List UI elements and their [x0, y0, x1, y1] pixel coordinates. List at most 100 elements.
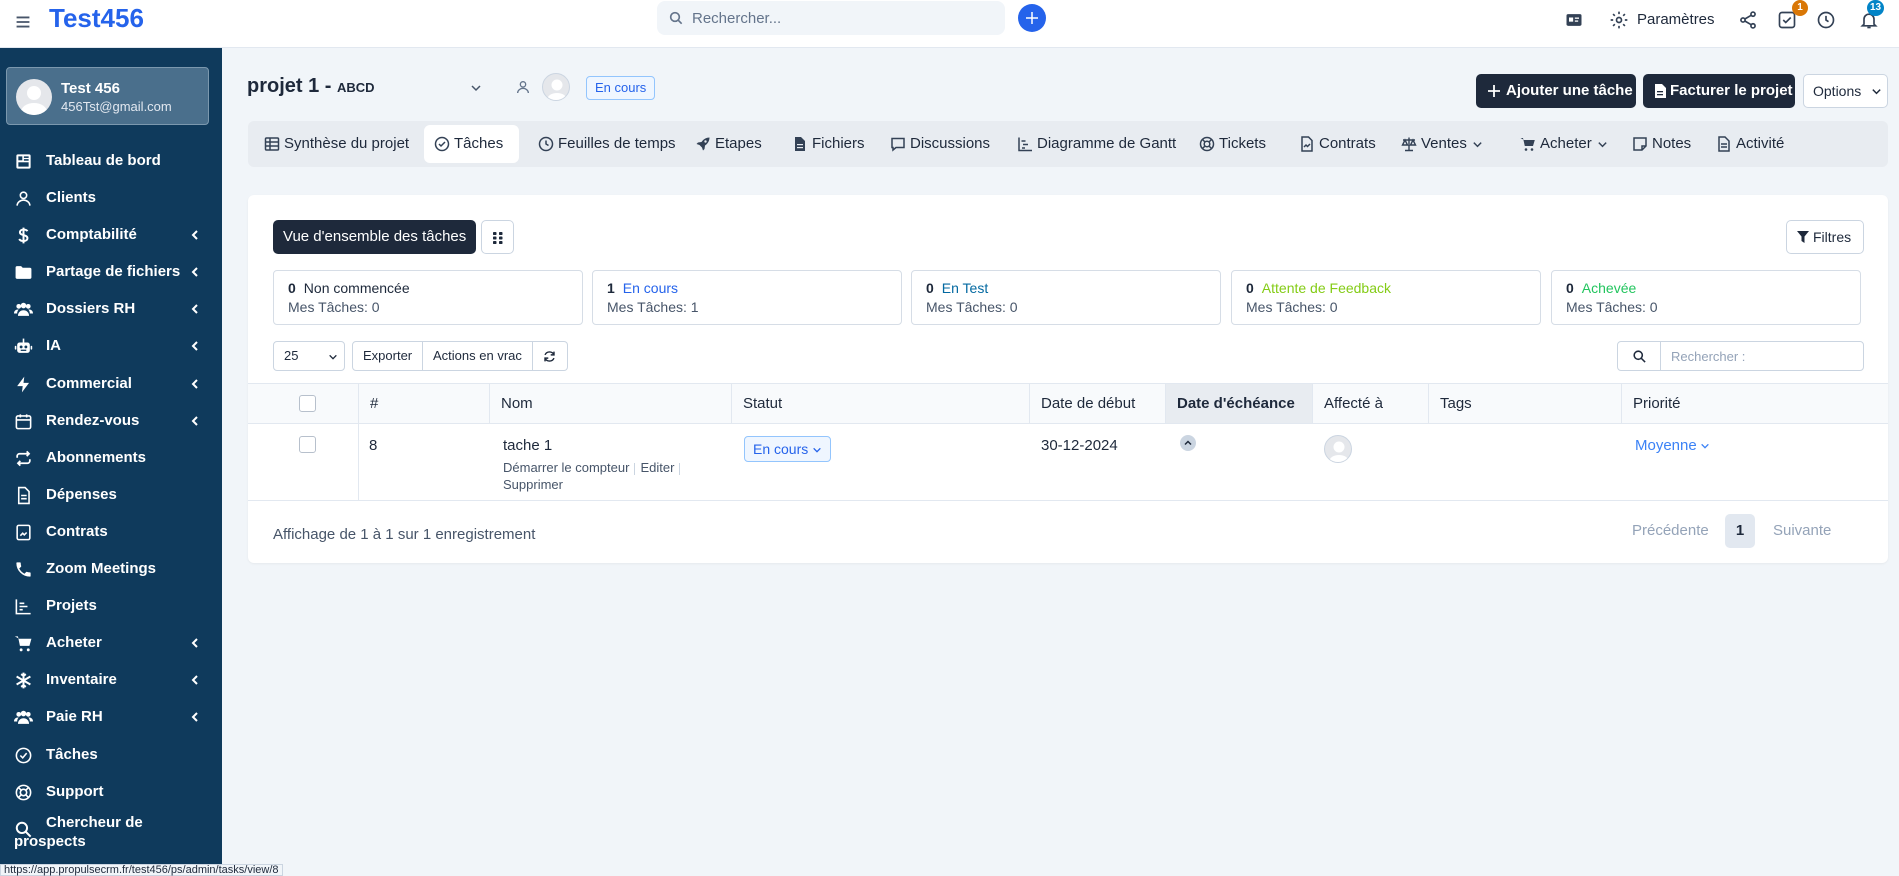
pagination-current-page[interactable]: 1 — [1725, 514, 1755, 548]
sidebar-item-support[interactable]: Support — [0, 774, 222, 811]
sidebar-item-hr-payroll[interactable]: Paie RH — [0, 699, 222, 736]
column-status[interactable]: Statut — [732, 384, 1030, 423]
tab-discussions[interactable]: Discussions — [880, 125, 990, 163]
sidebar-item-inventory[interactable]: Inventaire — [0, 662, 222, 699]
global-search[interactable] — [657, 1, 1005, 35]
sidebar-item-tasks[interactable]: Tâches — [0, 737, 222, 774]
clock-icon[interactable] — [1816, 10, 1836, 30]
sidebar-item-ai[interactable]: IA — [0, 328, 222, 365]
column-tags[interactable]: Tags — [1429, 384, 1622, 423]
column-due-date[interactable]: Date d'échéance — [1166, 384, 1313, 452]
task-priority-dropdown[interactable]: Moyenne — [1635, 437, 1710, 454]
tab-project-overview[interactable]: Synthèse du projet — [254, 125, 409, 163]
assignee-avatar[interactable] — [1324, 435, 1352, 463]
tab-contracts[interactable]: Contrats — [1289, 125, 1376, 163]
row-checkbox[interactable] — [299, 436, 316, 453]
task-status-dropdown[interactable]: En cours — [744, 436, 832, 462]
user-icon[interactable] — [515, 79, 531, 95]
sidebar-item-accounting[interactable]: Comptabilité — [0, 217, 222, 254]
tab-files[interactable]: Fichiers — [782, 125, 865, 163]
summary-label: En cours — [622, 280, 679, 296]
sidebar-item-subscriptions[interactable]: Abonnements — [0, 440, 222, 477]
top-bar: Test456 Paramètres 1 13 — [0, 0, 1899, 48]
sidebar-item-commercial[interactable]: Commercial — [0, 366, 222, 403]
kanban-view-button[interactable] — [481, 220, 514, 254]
tab-milestones[interactable]: Etapes — [685, 125, 762, 163]
start-timer-link[interactable]: Démarrer le compteur — [503, 460, 629, 475]
options-button[interactable]: Options — [1803, 74, 1888, 108]
refresh-button[interactable] — [533, 341, 568, 371]
file-icon — [17, 486, 30, 505]
brand-logo[interactable]: Test456 — [49, 3, 144, 34]
task-name-link[interactable]: tache 1 — [503, 437, 552, 454]
tab-activity[interactable]: Activité — [1706, 125, 1784, 163]
tab-purchase[interactable]: Acheter — [1510, 125, 1608, 163]
contract-icon — [16, 524, 31, 541]
page-length-select[interactable]: 25 — [273, 341, 345, 371]
tab-tasks[interactable]: Tâches — [424, 125, 519, 163]
column-assigned[interactable]: Affecté à — [1313, 384, 1429, 423]
tab-timesheets[interactable]: Feuilles de temps — [528, 125, 676, 163]
sidebar-item-label: Support — [46, 782, 104, 800]
summary-card-testing[interactable]: 0 En Test Mes Tâches: 0 — [911, 270, 1221, 325]
sidebar-item-clients[interactable]: Clients — [0, 180, 222, 217]
sidebar-item-appointments[interactable]: Rendez-vous — [0, 403, 222, 440]
global-search-input[interactable] — [692, 1, 992, 35]
column-id[interactable]: # — [359, 384, 490, 423]
tab-notes[interactable]: Notes — [1622, 125, 1691, 163]
summary-card-awaiting-feedback[interactable]: 0 Attente de Feedback Mes Tâches: 0 — [1231, 270, 1541, 325]
menu-icon[interactable] — [12, 11, 34, 33]
sidebar-item-file-sharing[interactable]: Partage de fichiers — [0, 254, 222, 291]
select-all-checkbox[interactable] — [299, 395, 316, 412]
chevron-left-icon — [191, 638, 198, 648]
delete-link[interactable]: Supprimer — [503, 477, 563, 492]
sidebar: Test 456 456Tst@gmail.com Tableau de bor… — [0, 48, 222, 876]
tab-tickets[interactable]: Tickets — [1189, 125, 1266, 163]
pagination-previous[interactable]: Précédente — [1632, 522, 1709, 539]
export-button[interactable]: Exporter — [352, 341, 424, 371]
sidebar-item-zoom-meetings[interactable]: Zoom Meetings — [0, 551, 222, 588]
add-task-button[interactable]: Ajouter une tâche — [1476, 74, 1636, 108]
sidebar-item-projects[interactable]: Projets — [0, 588, 222, 625]
summary-count: 1 — [607, 280, 615, 296]
edit-link[interactable]: Editer — [640, 460, 674, 475]
tab-label: Etapes — [715, 135, 762, 152]
project-member-avatar[interactable] — [542, 73, 570, 101]
id-card-icon[interactable] — [1564, 10, 1584, 30]
user-profile-card[interactable]: Test 456 456Tst@gmail.com — [6, 67, 209, 125]
summary-card-in-progress[interactable]: 1 En cours Mes Tâches: 1 — [592, 270, 902, 325]
gear-icon[interactable] — [1609, 10, 1629, 30]
sidebar-item-expenses[interactable]: Dépenses — [0, 477, 222, 514]
pagination-next[interactable]: Suivante — [1773, 522, 1831, 539]
rocket-icon — [696, 137, 710, 151]
sidebar-item-contracts[interactable]: Contrats — [0, 514, 222, 551]
sidebar-item-label: Comptabilité — [46, 226, 137, 244]
table-search-icon-box[interactable] — [1617, 341, 1661, 371]
chevron-down-icon[interactable] — [470, 82, 482, 94]
tab-gantt[interactable]: Diagramme de Gantt — [1007, 125, 1176, 163]
settings-link[interactable]: Paramètres — [1637, 11, 1715, 28]
project-subtitle: ABCD — [337, 80, 375, 95]
table-search-input[interactable] — [1660, 341, 1864, 371]
tasks-overview-button[interactable]: Vue d'ensemble des tâches — [273, 220, 477, 254]
quick-add-button[interactable] — [1018, 4, 1046, 32]
chart-icon — [15, 599, 31, 615]
refresh-icon — [544, 351, 555, 362]
summary-card-not-started[interactable]: 0 Non commencée Mes Tâches: 0 — [273, 270, 583, 325]
sidebar-item-prospect-finder[interactable]: Chercheur de prospects — [0, 811, 222, 850]
sidebar-item-hr-files[interactable]: Dossiers RH — [0, 291, 222, 328]
share-icon[interactable] — [1738, 10, 1758, 30]
dashboard-icon — [16, 154, 31, 169]
bulk-actions-button[interactable]: Actions en vrac — [423, 341, 533, 371]
filters-button[interactable]: Filtres — [1786, 220, 1864, 254]
table-header: # Nom Statut Date de début Date d'échéan… — [248, 383, 1888, 452]
column-name[interactable]: Nom — [490, 384, 732, 423]
sidebar-item-purchase[interactable]: Acheter — [0, 625, 222, 662]
invoice-project-button[interactable]: Facturer le projet — [1643, 74, 1795, 108]
summary-card-completed[interactable]: 0 Achevée Mes Tâches: 0 — [1551, 270, 1861, 325]
tasks-badge: 1 — [1792, 0, 1808, 16]
sidebar-item-dashboard[interactable]: Tableau de bord — [0, 143, 222, 180]
tab-sales[interactable]: Ventes — [1391, 125, 1483, 163]
column-start-date[interactable]: Date de début — [1030, 384, 1166, 423]
column-priority[interactable]: Priorité — [1622, 384, 1888, 423]
